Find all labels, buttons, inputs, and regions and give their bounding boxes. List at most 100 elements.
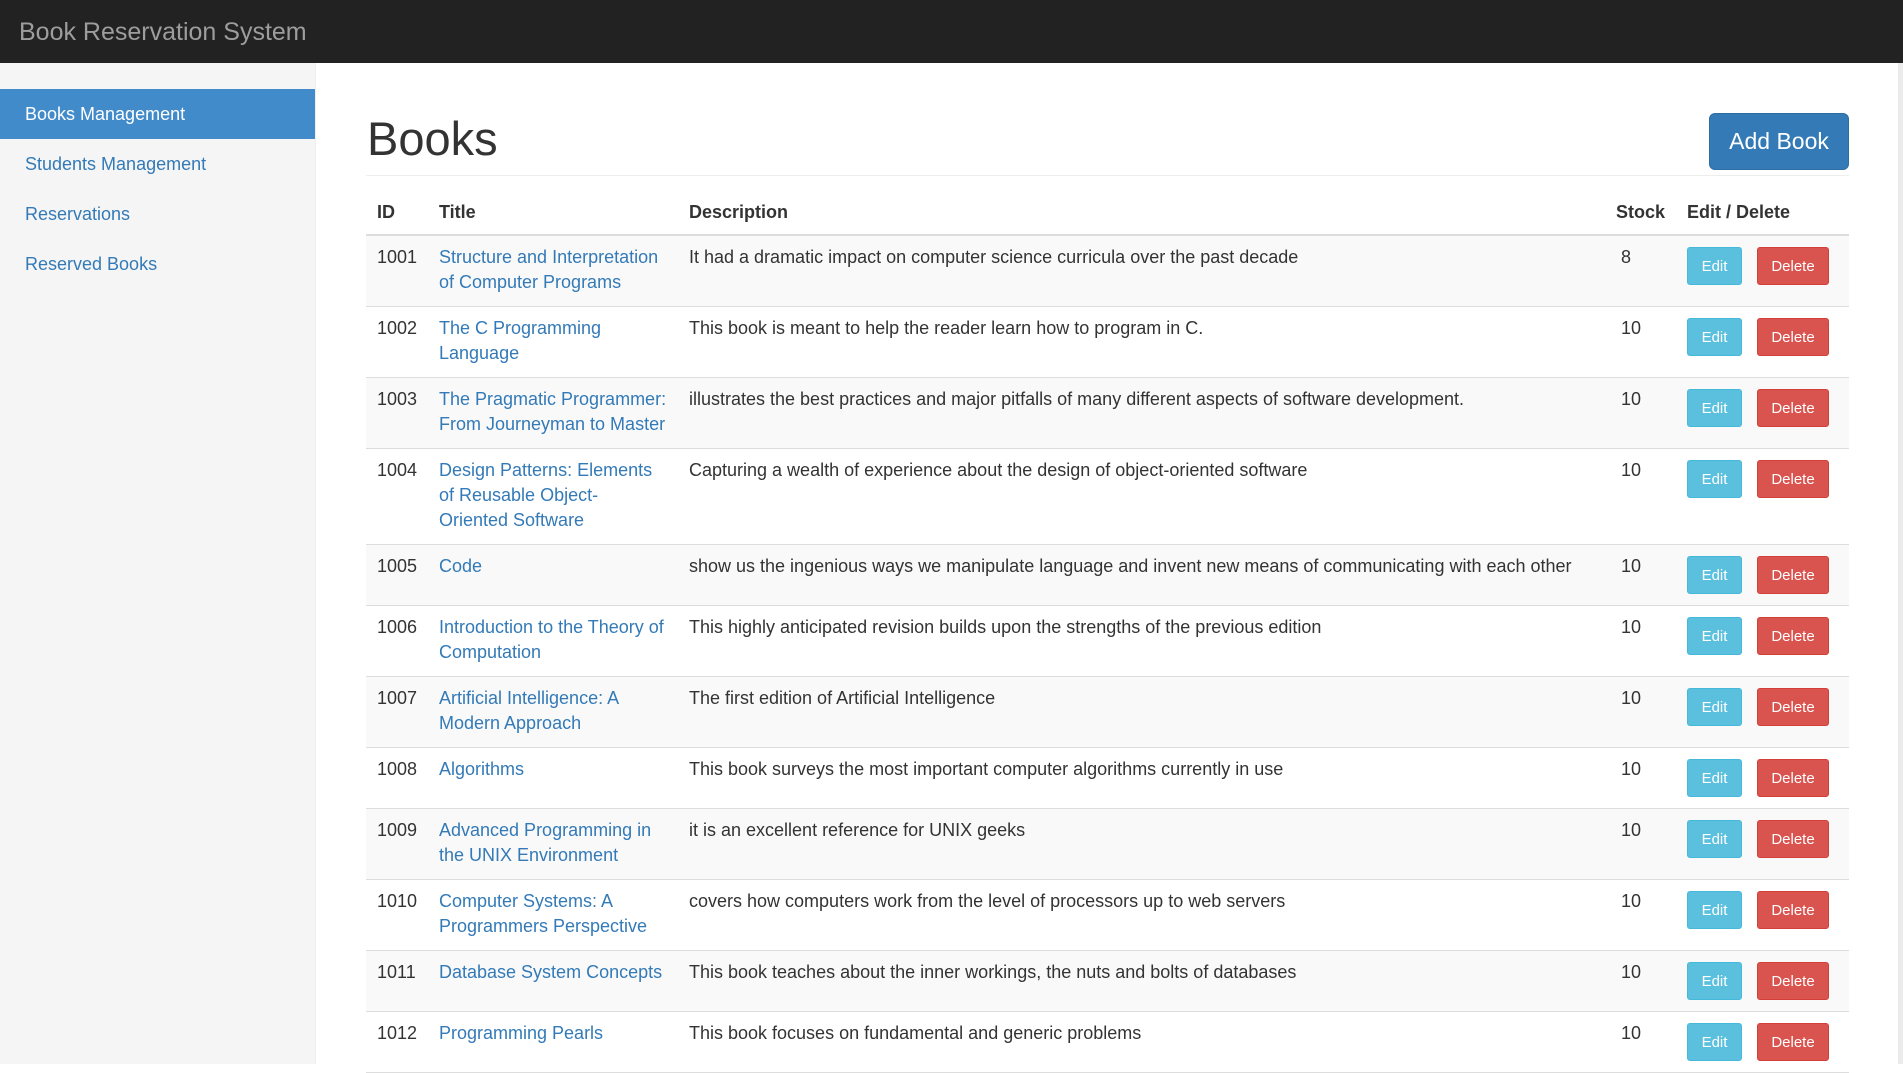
book-description: This book focuses on fundamental and gen… (678, 1011, 1605, 1073)
book-id: 1002 (366, 306, 428, 378)
table-row: 1003 The Pragmatic Programmer: From Jour… (366, 377, 1849, 449)
book-stock: 10 (1605, 1011, 1676, 1073)
book-stock: 10 (1605, 676, 1676, 748)
book-stock: 8 (1605, 235, 1676, 307)
book-title-link[interactable]: Introduction to the Theory of Computatio… (439, 617, 664, 662)
book-description: it is an excellent reference for UNIX ge… (678, 808, 1605, 880)
delete-button[interactable]: Delete (1757, 1023, 1829, 1061)
edit-button[interactable]: Edit (1687, 318, 1742, 356)
book-stock: 10 (1605, 377, 1676, 449)
edit-button[interactable]: Edit (1687, 556, 1742, 594)
column-header-title: Title (428, 190, 678, 236)
edit-button[interactable]: Edit (1687, 891, 1742, 929)
sidebar-item-reservations[interactable]: Reservations (0, 189, 315, 239)
book-stock: 10 (1605, 544, 1676, 606)
column-header-description: Description (678, 190, 1605, 236)
book-id: 1007 (366, 676, 428, 748)
edit-button[interactable]: Edit (1687, 688, 1742, 726)
book-stock: 10 (1605, 306, 1676, 378)
sidebar-item-reserved-books[interactable]: Reserved Books (0, 239, 315, 289)
edit-button[interactable]: Edit (1687, 247, 1742, 285)
book-description: The first edition of Artificial Intellig… (678, 676, 1605, 748)
table-row: 1010 Computer Systems: A Programmers Per… (366, 879, 1849, 951)
edit-button[interactable]: Edit (1687, 820, 1742, 858)
book-stock: 10 (1605, 747, 1676, 809)
book-stock: 10 (1605, 808, 1676, 880)
vertical-scrollbar[interactable] (1898, 63, 1903, 1064)
sidebar-item-books-management[interactable]: Books Management (0, 89, 315, 139)
delete-button[interactable]: Delete (1757, 891, 1829, 929)
app-brand[interactable]: Book Reservation System (19, 17, 307, 47)
delete-button[interactable]: Delete (1757, 617, 1829, 655)
page-title: Books (367, 112, 498, 165)
delete-button[interactable]: Delete (1757, 460, 1829, 498)
book-description: This book surveys the most important com… (678, 747, 1605, 809)
book-description: illustrates the best practices and major… (678, 377, 1605, 449)
book-title-link[interactable]: The C Programming Language (439, 318, 601, 363)
edit-button[interactable]: Edit (1687, 759, 1742, 797)
table-row: 1002 The C Programming Language This boo… (366, 306, 1849, 378)
edit-button[interactable]: Edit (1687, 389, 1742, 427)
book-id: 1004 (366, 448, 428, 545)
title-divider (366, 175, 1849, 176)
book-title-link[interactable]: Programming Pearls (439, 1023, 603, 1043)
edit-button[interactable]: Edit (1687, 617, 1742, 655)
book-title-link[interactable]: Database System Concepts (439, 962, 662, 982)
book-stock: 10 (1605, 950, 1676, 1012)
table-header-row: ID Title Description Stock Edit / Delete (366, 190, 1849, 236)
column-header-id: ID (366, 190, 428, 236)
table-row: 1001 Structure and Interpretation of Com… (366, 235, 1849, 307)
delete-button[interactable]: Delete (1757, 759, 1829, 797)
book-id: 1005 (366, 544, 428, 606)
table-row: 1008 Algorithms This book surveys the mo… (366, 747, 1849, 809)
book-title-link[interactable]: Artificial Intelligence: A Modern Approa… (439, 688, 618, 733)
book-title-link[interactable]: Algorithms (439, 759, 524, 779)
table-row: 1005 Code show us the ingenious ways we … (366, 544, 1849, 606)
table-row: 1004 Design Patterns: Elements of Reusab… (366, 448, 1849, 545)
delete-button[interactable]: Delete (1757, 962, 1829, 1000)
book-id: 1006 (366, 605, 428, 677)
column-header-stock: Stock (1605, 190, 1676, 236)
delete-button[interactable]: Delete (1757, 389, 1829, 427)
edit-button[interactable]: Edit (1687, 962, 1742, 1000)
top-navbar: Book Reservation System (0, 0, 1903, 63)
book-title-link[interactable]: Computer Systems: A Programmers Perspect… (439, 891, 647, 936)
books-table: ID Title Description Stock Edit / Delete… (366, 190, 1849, 1073)
book-id: 1003 (366, 377, 428, 449)
book-id: 1012 (366, 1011, 428, 1073)
book-stock: 10 (1605, 879, 1676, 951)
book-id: 1008 (366, 747, 428, 809)
book-description: show us the ingenious ways we manipulate… (678, 544, 1605, 606)
delete-button[interactable]: Delete (1757, 318, 1829, 356)
book-stock: 10 (1605, 605, 1676, 677)
delete-button[interactable]: Delete (1757, 820, 1829, 858)
book-id: 1010 (366, 879, 428, 951)
table-row: 1007 Artificial Intelligence: A Modern A… (366, 676, 1849, 748)
table-row: 1006 Introduction to the Theory of Compu… (366, 605, 1849, 677)
book-title-link[interactable]: Code (439, 556, 482, 576)
column-header-actions: Edit / Delete (1676, 190, 1849, 236)
book-title-link[interactable]: Design Patterns: Elements of Reusable Ob… (439, 460, 652, 530)
book-description: This book is meant to help the reader le… (678, 306, 1605, 378)
table-row: 1009 Advanced Programming in the UNIX En… (366, 808, 1849, 880)
book-id: 1009 (366, 808, 428, 880)
sidebar-item-students-management[interactable]: Students Management (0, 139, 315, 189)
book-description: covers how computers work from the level… (678, 879, 1605, 951)
edit-button[interactable]: Edit (1687, 460, 1742, 498)
delete-button[interactable]: Delete (1757, 247, 1829, 285)
book-description: This book teaches about the inner workin… (678, 950, 1605, 1012)
book-stock: 10 (1605, 448, 1676, 545)
book-description: It had a dramatic impact on computer sci… (678, 235, 1605, 307)
book-title-link[interactable]: Advanced Programming in the UNIX Environ… (439, 820, 651, 865)
sidebar: Books Management Students Management Res… (0, 63, 316, 1064)
table-row: 1012 Programming Pearls This book focuse… (366, 1011, 1849, 1073)
book-description: Capturing a wealth of experience about t… (678, 448, 1605, 545)
delete-button[interactable]: Delete (1757, 556, 1829, 594)
book-id: 1001 (366, 235, 428, 307)
delete-button[interactable]: Delete (1757, 688, 1829, 726)
add-book-button[interactable]: Add Book (1709, 113, 1849, 170)
book-title-link[interactable]: The Pragmatic Programmer: From Journeyma… (439, 389, 666, 434)
edit-button[interactable]: Edit (1687, 1023, 1742, 1061)
book-title-link[interactable]: Structure and Interpretation of Computer… (439, 247, 658, 292)
book-description: This highly anticipated revision builds … (678, 605, 1605, 677)
